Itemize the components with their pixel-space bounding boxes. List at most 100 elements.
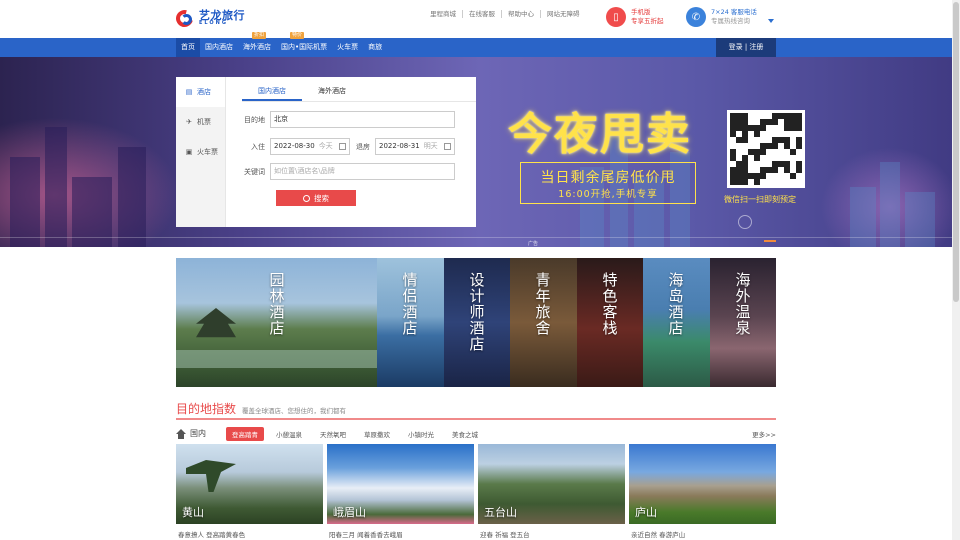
theme-label: 海外温泉	[735, 271, 751, 337]
hotline-promo[interactable]: ✆ 7×24 客服电话 专属热线咨询	[686, 7, 757, 27]
theme-designer-hotel[interactable]: 设计师酒店	[444, 258, 510, 387]
checkin-date-input[interactable]: 2022-08-30 今天	[270, 138, 350, 155]
hotel-icon: ▤	[185, 88, 193, 96]
card-title: 黄山	[182, 506, 204, 519]
destination-cards: 黄山 春意撩人 登高踏黄春色 峨眉山 阳春三月 闻着香香去峨眉 五台山 迎春 祈…	[176, 444, 776, 539]
theme-label: 园林酒店	[269, 271, 285, 337]
top-link-accessibility[interactable]: 网站无障碍	[540, 10, 586, 18]
mobile-promo-line1: 手机版	[631, 8, 651, 16]
banner-title: 今夜甩卖	[508, 109, 692, 160]
destination-input[interactable]: 北京	[270, 111, 455, 128]
scrollbar[interactable]	[952, 0, 960, 540]
nav-item-trains[interactable]: 火车票	[332, 38, 363, 57]
nav-badge-discount: 折扣	[252, 32, 267, 39]
search-button[interactable]: 搜索	[276, 190, 356, 206]
keyword-label: 关键词	[244, 167, 265, 176]
card-title: 峨眉山	[333, 506, 366, 519]
card-title: 庐山	[635, 506, 657, 519]
keyword-input[interactable]: 如位置\酒店名\品牌	[270, 163, 455, 180]
top-link-mileage-mall[interactable]: 里程商城	[430, 10, 462, 18]
card-desc: 亲近自然 春游庐山	[631, 531, 686, 539]
destination-label: 目的地	[244, 115, 265, 124]
card-title: 五台山	[484, 506, 517, 519]
login-register-button[interactable]: 登录 | 注册	[716, 38, 776, 57]
mobile-app-promo[interactable]: ▯ 手机版 专享五折起	[606, 7, 664, 27]
nav-item-home[interactable]: 首页	[176, 38, 200, 57]
ad-label: 广告	[528, 241, 539, 247]
region-label: 国内	[190, 429, 206, 438]
nav-item-flights[interactable]: 国内•国际机票 特价	[276, 32, 332, 57]
mobile-promo-line2: 专享五折起	[631, 17, 664, 25]
card-desc: 迎春 祈福 登五台	[480, 531, 530, 539]
tab-domestic-hotel[interactable]: 国内酒店	[242, 83, 302, 101]
theme-label: 青年旅舍	[535, 271, 551, 337]
banner-decor-icon	[738, 215, 752, 229]
qr-code	[727, 110, 805, 188]
hotel-theme-strip: 园林酒店 情侣酒店 设计师酒店 青年旅舍 特色客栈 海岛酒店 海外温泉	[176, 258, 776, 387]
banner-pager-dot[interactable]	[764, 240, 776, 242]
theme-label: 设计师酒店	[469, 271, 485, 353]
hotline-line2: 专属热线咨询	[711, 17, 750, 25]
theme-label: 情侣酒店	[402, 271, 418, 337]
tab-overseas-hotel[interactable]: 海外酒店	[302, 83, 362, 101]
qr-caption: 微信扫一扫即刻预定	[724, 195, 796, 204]
checkout-date-input[interactable]: 2022-08-31 明天	[375, 138, 455, 155]
banner-subtitle-2: 16:00开抢,手机专享	[558, 189, 658, 200]
banner-subtitle-box: 当日剩余尾房低价甩 16:00开抢,手机专享	[520, 162, 696, 204]
top-link-online-service[interactable]: 在线客服	[462, 10, 501, 18]
scrollbar-thumb[interactable]	[953, 2, 959, 302]
theme-boutique-inn[interactable]: 特色客栈	[577, 258, 643, 387]
checkout-label: 退房	[356, 142, 370, 151]
train-icon: ▣	[185, 148, 193, 156]
tab-hotel[interactable]: ▤ 酒店	[176, 77, 225, 107]
home-icon	[176, 428, 186, 439]
logo[interactable]: 艺龙旅行 ELONG	[172, 6, 245, 31]
search-icon	[303, 194, 310, 202]
theme-couple-hotel[interactable]: 情侣酒店	[377, 258, 444, 387]
nav-badge-special: 特价	[290, 32, 305, 39]
destinations-title: 目的地指数	[176, 402, 237, 416]
category-grassland[interactable]: 草原撒欢	[358, 427, 396, 441]
theme-overseas-hotspring[interactable]: 海外温泉	[710, 258, 776, 387]
search-type-tabs: ▤ 酒店 ✈ 机票 ▣ 火车票	[176, 77, 226, 227]
top-links: 里程商城 在线客服 帮助中心 网站无障碍	[430, 10, 586, 18]
page: 艺龙旅行 ELONG 里程商城 在线客服 帮助中心 网站无障碍 ▯ 手机版 专享…	[0, 0, 960, 540]
promo-banner[interactable]	[0, 57, 960, 247]
theme-garden-hotel[interactable]: 园林酒店	[176, 258, 377, 387]
calendar-icon	[444, 143, 451, 150]
category-hotspring[interactable]: 小憩温泉	[270, 427, 308, 441]
more-link[interactable]: 更多>>	[752, 429, 776, 439]
nav-item-overseas-hotels[interactable]: 海外酒店 折扣	[238, 32, 276, 57]
top-link-help-center[interactable]: 帮助中心	[501, 10, 540, 18]
hotel-region-tabs: 国内酒店 海外酒店	[242, 83, 476, 102]
destination-card-lushan[interactable]: 庐山 亲近自然 春游庐山	[629, 444, 776, 539]
theme-youth-hostel[interactable]: 青年旅舍	[510, 258, 577, 387]
destination-card-huangshan[interactable]: 黄山 春意撩人 登高踏黄春色	[176, 444, 323, 539]
calendar-icon	[339, 143, 346, 150]
chevron-down-icon[interactable]	[768, 19, 774, 23]
theme-label: 海岛酒店	[668, 271, 684, 337]
category-hiking[interactable]: 登高踏青	[226, 426, 264, 441]
nav-item-business[interactable]: 商旅	[363, 38, 387, 57]
destination-card-wutaishan[interactable]: 五台山 迎春 祈福 登五台	[478, 444, 625, 539]
theme-label: 特色客栈	[602, 271, 618, 337]
logo-icon	[172, 6, 197, 31]
category-nature[interactable]: 天然氧吧	[314, 427, 352, 441]
category-food[interactable]: 美食之城	[446, 427, 484, 441]
category-town[interactable]: 小镇时光	[402, 427, 440, 441]
divider	[176, 418, 776, 420]
destination-categories: 国内 登高踏青 小憩温泉 天然氧吧 草原撒欢 小镇时光 美食之城 更多>>	[176, 426, 776, 441]
tab-flight[interactable]: ✈ 机票	[176, 107, 225, 137]
theme-island-hotel[interactable]: 海岛酒店	[643, 258, 710, 387]
destinations-subtitle: 覆盖全球酒店、您想住的，我们都有	[242, 407, 346, 415]
phone-handset-icon: ✆	[686, 7, 706, 27]
banner-subtitle: 当日剩余尾房低价甩	[540, 170, 676, 186]
checkin-label: 入住	[251, 142, 265, 151]
mobile-phone-icon: ▯	[606, 7, 626, 27]
airplane-icon: ✈	[186, 118, 192, 126]
destination-card-emeishan[interactable]: 峨眉山 阳春三月 闻着香香去峨眉	[327, 444, 474, 539]
tab-train[interactable]: ▣ 火车票	[176, 137, 225, 167]
nav-item-domestic-hotels[interactable]: 国内酒店	[200, 38, 238, 57]
main-nav: 首页 国内酒店 海外酒店 折扣 国内•国际机票 特价 火车票 商旅 登录 | 注…	[0, 32, 960, 57]
card-desc: 阳春三月 闻着香香去峨眉	[329, 531, 403, 539]
